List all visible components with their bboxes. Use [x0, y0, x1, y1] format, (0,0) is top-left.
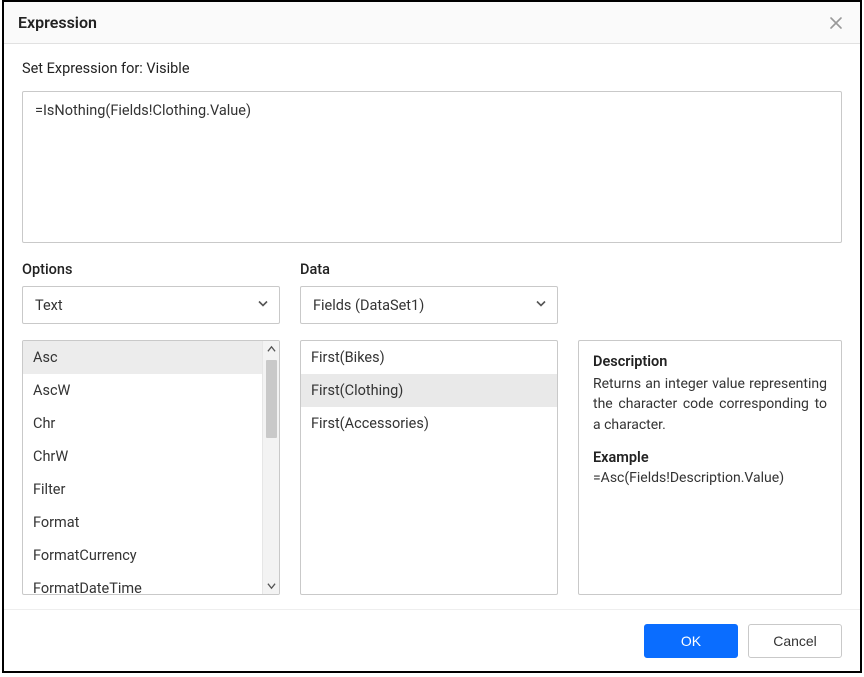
list-item[interactable]: FormatDateTime	[23, 572, 279, 594]
expression-dialog: Expression Set Expression for: Visible O…	[2, 0, 862, 673]
chevron-down-icon	[257, 297, 269, 314]
dialog-body: Set Expression for: Visible Options Data…	[4, 44, 860, 609]
close-icon[interactable]	[826, 13, 846, 33]
cancel-button[interactable]: Cancel	[748, 624, 842, 658]
list-item[interactable]: First(Accessories)	[301, 407, 557, 440]
description-heading: Description	[593, 353, 827, 370]
list-item[interactable]: First(Clothing)	[301, 374, 557, 407]
description-text: Returns an integer value representing th…	[593, 374, 827, 435]
set-expression-label: Set Expression for: Visible	[22, 60, 842, 77]
ok-button[interactable]: OK	[644, 624, 738, 658]
list-item[interactable]: First(Bikes)	[301, 341, 557, 374]
scroll-thumb[interactable]	[266, 360, 277, 438]
options-label: Options	[22, 261, 280, 278]
options-listbox[interactable]: AscAscWChrChrWFilterFormatFormatCurrency…	[22, 340, 280, 595]
list-item[interactable]: Asc	[23, 341, 279, 374]
list-item[interactable]: Filter	[23, 473, 279, 506]
list-item[interactable]: AscW	[23, 374, 279, 407]
scroll-up-icon[interactable]	[263, 341, 279, 358]
options-select[interactable]: Text	[22, 286, 280, 324]
dialog-footer: OK Cancel	[4, 609, 860, 671]
expression-input[interactable]	[22, 91, 842, 243]
data-select-value: Fields (DataSet1)	[313, 297, 424, 314]
info-panel: Description Returns an integer value rep…	[578, 340, 842, 595]
scrollbar[interactable]	[262, 341, 279, 594]
example-heading: Example	[593, 449, 827, 466]
list-item[interactable]: FormatCurrency	[23, 539, 279, 572]
list-item[interactable]: Format	[23, 506, 279, 539]
list-item[interactable]: ChrW	[23, 440, 279, 473]
list-item[interactable]: Chr	[23, 407, 279, 440]
dialog-title: Expression	[18, 13, 97, 32]
options-select-value: Text	[35, 297, 63, 314]
data-label: Data	[300, 261, 842, 278]
titlebar: Expression	[4, 2, 860, 44]
data-select[interactable]: Fields (DataSet1)	[300, 286, 558, 324]
example-text: =Asc(Fields!Description.Value)	[593, 470, 827, 486]
data-listbox[interactable]: First(Bikes)First(Clothing)First(Accesso…	[300, 340, 558, 595]
chevron-down-icon	[535, 297, 547, 314]
scroll-down-icon[interactable]	[263, 577, 279, 594]
